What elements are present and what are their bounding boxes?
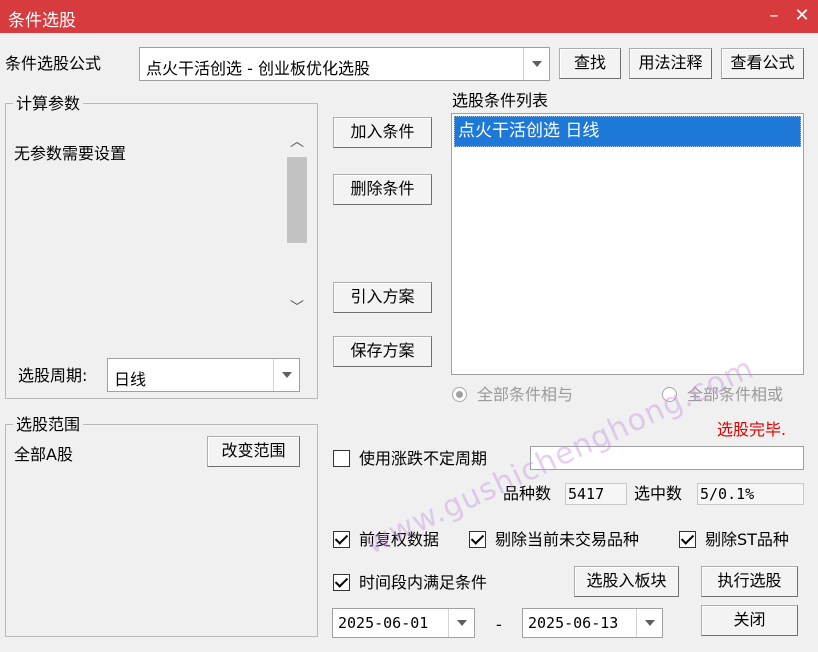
conditions-title: 选股条件列表: [452, 91, 549, 110]
exclude-st-label: 剔除ST品种: [705, 530, 789, 549]
add-condition-button[interactable]: 加入条件: [333, 117, 432, 148]
params-scrollbar[interactable]: ︿ ﹀: [286, 130, 308, 320]
execute-button[interactable]: 执行选股: [701, 566, 798, 597]
close-window-button[interactable]: ✕: [790, 4, 814, 28]
formula-label: 条件选股公式: [5, 54, 102, 73]
view-formula-button[interactable]: 查看公式: [721, 48, 804, 79]
scrollbar-thumb[interactable]: [287, 157, 307, 243]
end-date-dropdown-button[interactable]: [636, 609, 662, 637]
start-date-picker[interactable]: 2025-06-01: [332, 608, 475, 638]
params-message: 无参数需要设置: [14, 144, 127, 163]
date-separator: -: [496, 615, 502, 634]
minimize-button[interactable]: –: [762, 4, 786, 28]
end-date-picker[interactable]: 2025-06-13: [522, 608, 663, 638]
range-value: 全部A股: [14, 445, 73, 464]
selected-label: 选中数: [634, 484, 683, 503]
variable-period-input[interactable]: [530, 446, 804, 470]
exclude-st-checkbox[interactable]: [679, 531, 696, 548]
status-text: 选股完毕.: [717, 420, 787, 439]
selected-value: 5/0.1%: [697, 483, 804, 505]
list-item[interactable]: 点火干活创选 日线: [454, 116, 801, 147]
exclude-untraded-label: 剔除当前未交易品种: [495, 530, 640, 549]
period-select[interactable]: 日线: [107, 358, 300, 392]
chevron-down-icon[interactable]: ﹀: [286, 296, 308, 320]
or-radio[interactable]: [662, 387, 677, 402]
import-scheme-button[interactable]: 引入方案: [333, 282, 432, 313]
add-to-block-button[interactable]: 选股入板块: [574, 566, 679, 597]
find-button[interactable]: 查找: [559, 48, 621, 79]
and-radio[interactable]: [452, 387, 467, 402]
close-button[interactable]: 关闭: [701, 605, 798, 636]
usage-notes-button[interactable]: 用法注释: [629, 48, 712, 79]
change-range-button[interactable]: 改变范围: [207, 436, 300, 467]
chevron-down-icon: [282, 372, 292, 378]
time-range-label: 时间段内满足条件: [359, 573, 488, 592]
period-value: 日线: [114, 370, 147, 389]
window-title: 条件选股: [8, 11, 76, 31]
chevron-down-icon: [645, 620, 655, 626]
start-date-dropdown-button[interactable]: [448, 609, 474, 637]
count-label: 品种数: [503, 484, 552, 503]
and-label: 全部条件相与: [477, 385, 574, 404]
chevron-down-icon: [457, 620, 467, 626]
adjust-checkbox[interactable]: [333, 531, 350, 548]
time-range-checkbox[interactable]: [333, 574, 350, 591]
chevron-down-icon: [532, 61, 542, 67]
adjust-label: 前复权数据: [359, 530, 440, 549]
formula-dropdown-button[interactable]: [523, 48, 549, 80]
count-value: 5417: [565, 483, 627, 505]
save-scheme-button[interactable]: 保存方案: [333, 336, 432, 367]
formula-value: 点火干活创选 - 创业板优化选股: [146, 59, 370, 78]
end-date-value: 2025-06-13: [528, 614, 619, 632]
period-dropdown-button[interactable]: [273, 359, 299, 391]
conditions-list[interactable]: 点火干活创选 日线: [451, 113, 804, 375]
range-title: 选股范围: [13, 415, 84, 435]
remove-condition-button[interactable]: 删除条件: [333, 174, 432, 205]
chevron-up-icon[interactable]: ︿: [286, 130, 308, 154]
period-label: 选股周期:: [18, 366, 88, 385]
variable-period-checkbox[interactable]: [333, 450, 350, 467]
exclude-untraded-checkbox[interactable]: [469, 531, 486, 548]
variable-period-label: 使用涨跌不定周期: [359, 449, 488, 468]
params-title: 计算参数: [13, 94, 84, 114]
start-date-value: 2025-06-01: [338, 614, 429, 632]
formula-select[interactable]: 点火干活创选 - 创业板优化选股: [139, 47, 550, 81]
title-bar: 条件选股 – ✕: [0, 0, 818, 33]
or-label: 全部条件相或: [687, 385, 784, 404]
